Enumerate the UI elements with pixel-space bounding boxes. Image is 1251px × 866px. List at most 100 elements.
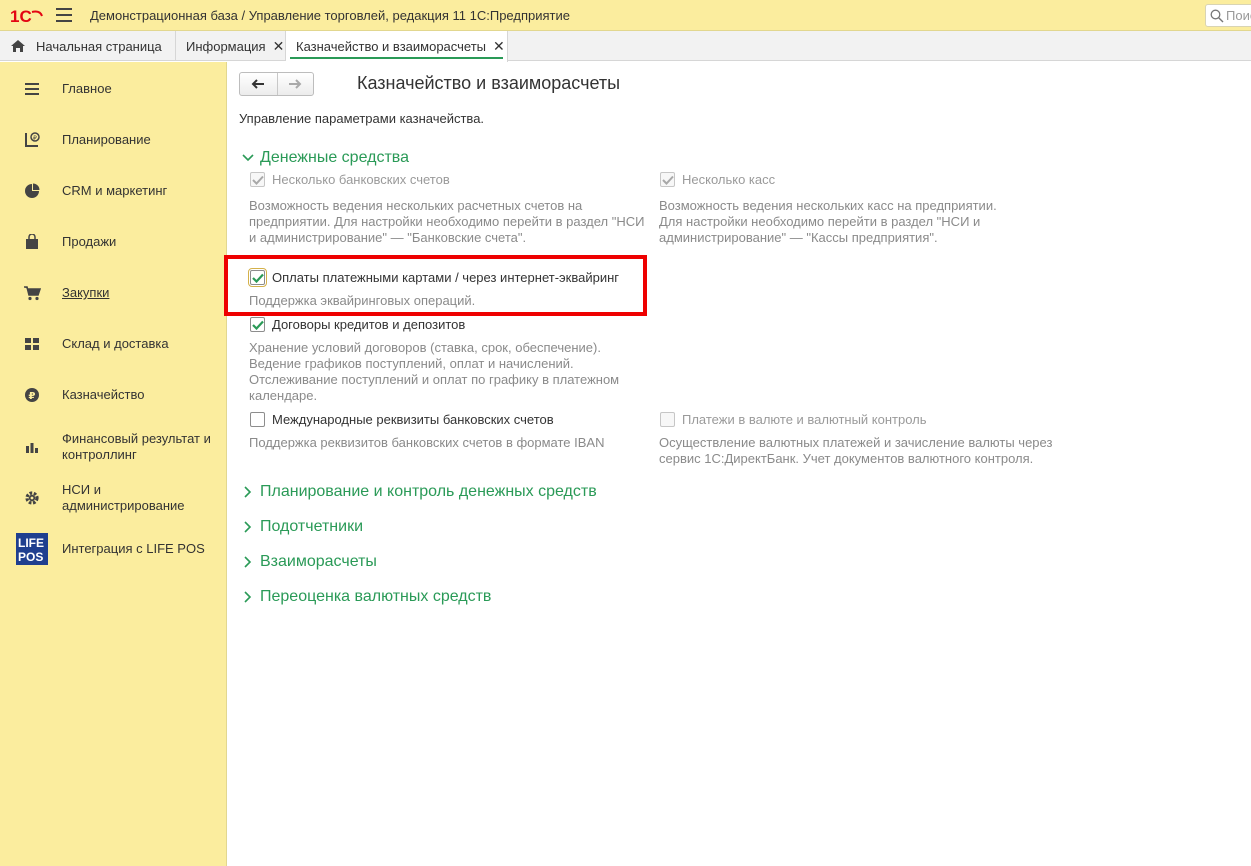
section-money-header[interactable]: Денежные средства [241,149,409,167]
chevron-right-icon [244,486,252,498]
main-content: Казначейство и взаиморасчеты Управление … [224,62,1251,866]
shopping-bag-icon [22,232,42,252]
sidebar-item-treasury[interactable]: ₽ Казначейство [0,384,226,406]
home-icon [11,40,25,52]
checkbox-currency[interactable] [660,412,675,427]
option-label: Платежи в валюте и валютный контроль [682,412,927,427]
history-nav [239,72,314,96]
ruble-coin-icon: ₽ [22,385,42,405]
option-description: Возможность ведения нескольких касс на п… [659,198,997,245]
checkbox-multi-cash[interactable] [660,172,675,187]
option-card-payments[interactable]: Оплаты платежными картами / через интерн… [248,268,620,287]
page-description: Управление параметрами казначейства. [239,111,485,126]
option-multi-bank[interactable]: Несколько банковских счетов [250,172,450,187]
sidebar-item-label: CRM и маркетинг [62,183,168,198]
sidebar-item-label: Интеграция с LIFE POS [62,541,205,556]
1c-logo[interactable]: 1С [10,6,44,26]
option-multi-cash[interactable]: Несколько касс [660,172,775,187]
option-description: Хранение условий договоров (ставка, срок… [249,340,620,403]
section-revaluation-header[interactable]: Переоценка валютных средств [241,588,491,606]
option-label: Оплаты платежными картами / через интерн… [272,270,620,285]
page-title: Казначейство и взаиморасчеты [357,73,621,93]
section-title: Денежные средства [260,149,409,166]
title-bar: 1С Демонстрационная база / Управление то… [0,0,1251,31]
tab-label: Информация [186,38,266,54]
sidebar-item-label: Планирование [62,132,151,147]
close-icon[interactable]: ✕ [493,38,505,55]
section-title: Переоценка валютных средств [260,588,492,605]
sidebar-item-label: Финансовый результат и контроллинг [62,431,211,462]
checkbox-multi-bank[interactable] [250,172,265,187]
section-title: Взаиморасчеты [260,553,377,570]
search-box[interactable]: Поиск [1205,4,1251,27]
search-icon [1210,9,1224,22]
option-description: Возможность ведения нескольких расчетных… [249,198,645,245]
sidebar: Главное ₽ Планирование CRM и маркетинг П… [0,62,227,866]
close-icon[interactable]: ✕ [273,38,285,55]
section-accountables-header[interactable]: Подотчетники [241,518,363,536]
checkbox-card-payments[interactable] [248,268,267,287]
chevron-down-icon [242,154,254,162]
tab-info[interactable]: Информация ✕ [176,31,286,61]
active-tab-indicator [290,57,503,59]
option-description: Поддержка эквайринговых операций. [249,293,476,308]
menu-lines-icon [22,79,42,99]
svg-text:₽: ₽ [29,391,36,402]
tab-treasury[interactable]: Казначейство и взаиморасчеты ✕ [286,31,508,62]
option-label: Международные реквизиты банковских счето… [272,412,554,427]
svg-text:1С: 1С [10,7,32,26]
sidebar-item-warehouse[interactable]: Склад и доставка [0,333,226,355]
sidebar-item-crm[interactable]: CRM и маркетинг [0,180,226,202]
forward-button[interactable] [276,73,314,95]
option-description: Осуществление валютных платежей и зачисл… [659,435,1053,466]
arrow-right-icon [289,79,302,89]
sidebar-item-purchases[interactable]: Закупки [0,282,226,304]
option-loans[interactable]: Договоры кредитов и депозитов [250,317,465,332]
section-planning-header[interactable]: Планирование и контроль денежных средств [241,483,597,501]
pie-chart-icon [22,181,42,201]
search-placeholder: Поиск [1226,8,1251,23]
checkbox-loans[interactable] [250,317,265,332]
tab-label: Казначейство и взаиморасчеты [296,39,486,54]
sidebar-item-label: Главное [62,81,112,96]
sidebar-item-nsi[interactable]: НСИ и администрирование [0,481,226,515]
warehouse-grid-icon [22,334,42,354]
checkmark-icon [251,175,264,185]
sidebar-item-label: Продажи [62,234,117,249]
section-settlements-header[interactable]: Взаиморасчеты [241,553,377,571]
tab-label: Начальная страница [36,38,162,54]
checkmark-icon [251,320,264,330]
chevron-right-icon [244,556,252,568]
sidebar-item-finance[interactable]: Финансовый результат и контроллинг [0,430,226,464]
option-label: Договоры кредитов и депозитов [272,317,466,332]
cart-icon [22,283,42,303]
svg-text:POS: POS [18,550,43,564]
sidebar-item-label: НСИ и администрирование [62,482,185,513]
tab-bar: Начальная страница Информация ✕ Казначей… [0,31,1251,62]
option-currency[interactable]: Платежи в валюте и валютный контроль [660,412,927,427]
tab-home[interactable]: Начальная страница [0,31,176,61]
sidebar-item-sales[interactable]: Продажи [0,231,226,253]
checkmark-icon [661,175,674,185]
main-menu-icon[interactable] [56,8,72,22]
svg-text:₽: ₽ [33,135,37,142]
gear-icon [22,488,42,508]
option-label: Несколько банковских счетов [272,172,450,187]
arrow-left-icon [251,79,265,89]
checkbox-iban[interactable] [250,412,265,427]
back-button[interactable] [240,73,277,95]
sidebar-item-label: Склад и доставка [62,336,169,351]
option-label: Несколько касс [682,172,776,187]
section-title: Подотчетники [260,518,363,535]
sidebar-item-planning[interactable]: ₽ Планирование [0,129,226,151]
sidebar-item-main[interactable]: Главное [0,78,226,100]
chevron-right-icon [244,591,252,603]
life-pos-logo: LIFE POS [16,533,48,565]
bar-chart-icon [22,437,42,457]
checkmark-icon [251,273,264,283]
sidebar-item-label: Казначейство [62,387,145,402]
app-title: Демонстрационная база / Управление торго… [90,8,570,23]
sidebar-item-lifepos[interactable]: LIFE POS Интеграция с LIFE POS [0,532,226,566]
option-description: Поддержка реквизитов банковских счетов в… [249,435,605,450]
option-iban[interactable]: Международные реквизиты банковских счето… [250,412,554,427]
